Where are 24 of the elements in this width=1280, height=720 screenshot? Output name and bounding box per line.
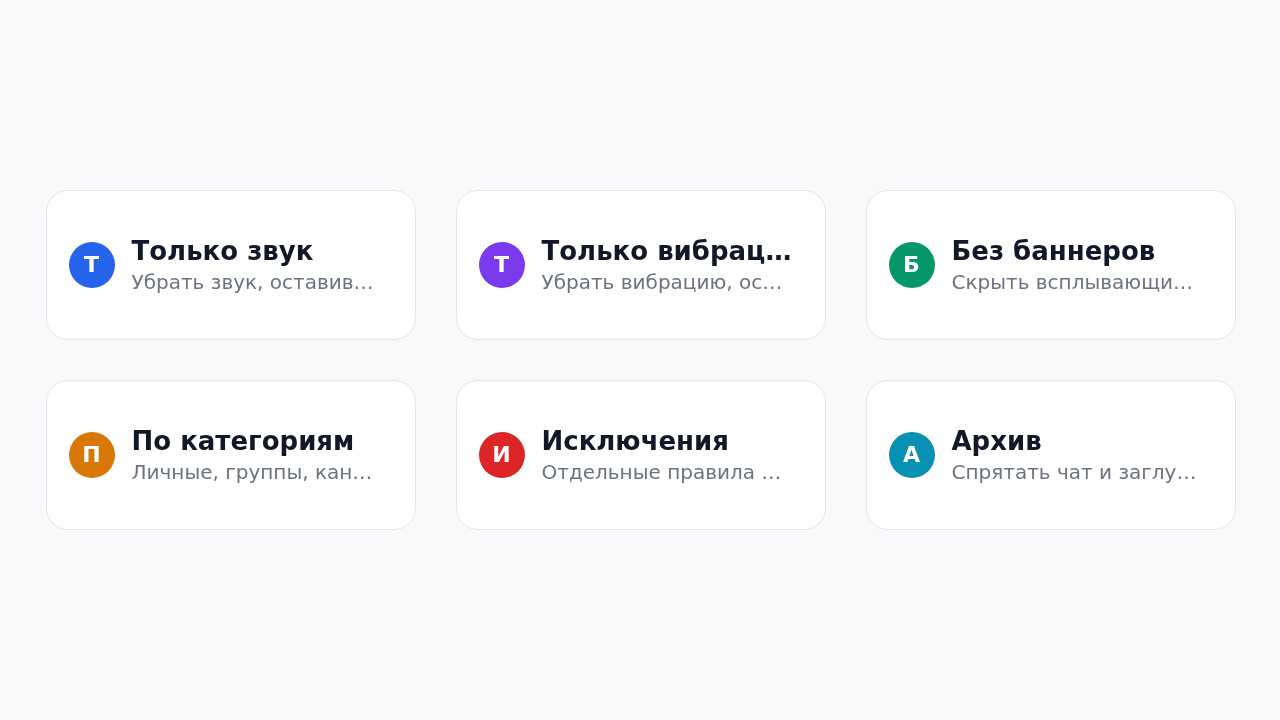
card-description: Личные, группы, кан… bbox=[131, 459, 373, 485]
card-title: По категориям bbox=[131, 425, 356, 457]
card-title: Только звук bbox=[131, 235, 315, 267]
letter-avatar: И bbox=[478, 432, 525, 478]
mode-card[interactable]: П По категориям Личные, группы, кан… bbox=[45, 380, 416, 530]
card-title: Исключения bbox=[541, 425, 730, 457]
letter-avatar: А bbox=[888, 432, 935, 478]
card-description: Отдельные правила … bbox=[541, 459, 782, 485]
letter-avatar: Б bbox=[888, 242, 935, 288]
card-description: Спрятать чат и заглу… bbox=[951, 459, 1197, 485]
card-description: Скрыть всплывающи… bbox=[951, 269, 1193, 295]
card-title: Без баннеров bbox=[951, 235, 1157, 267]
mode-card[interactable]: Т Только звук Убрать звук, оставив… bbox=[45, 190, 416, 340]
card-description: Убрать звук, оставив… bbox=[131, 269, 374, 295]
mode-card[interactable]: И Исключения Отдельные правила … bbox=[455, 380, 826, 530]
letter-avatar: Т bbox=[68, 242, 115, 288]
mode-card[interactable]: Б Без баннеров Скрыть всплывающи… bbox=[865, 190, 1236, 340]
card-title: Архив bbox=[951, 425, 1043, 457]
mode-card[interactable]: А Архив Спрятать чат и заглу… bbox=[865, 380, 1236, 530]
card-title: Только вибрац… bbox=[541, 235, 792, 267]
letter-avatar: П bbox=[68, 432, 115, 478]
letter-avatar: Т bbox=[478, 242, 525, 288]
card-description: Убрать вибрацию, ос… bbox=[541, 269, 784, 295]
mode-card[interactable]: Т Только вибрац… Убрать вибрацию, ос… bbox=[455, 190, 826, 340]
